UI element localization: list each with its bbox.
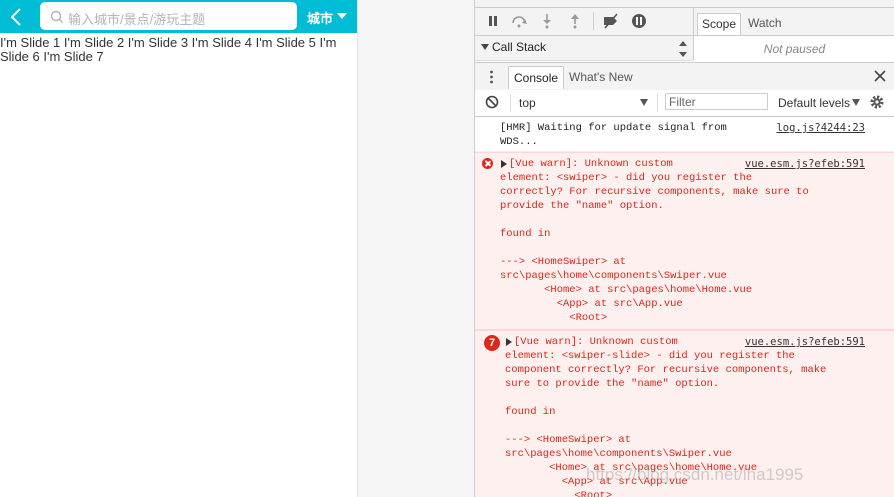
more-options-icon[interactable]: [490, 70, 493, 84]
expand-triangle-icon[interactable]: [506, 338, 512, 346]
toolbar-divider: [510, 94, 511, 112]
not-paused-status: Not paused: [763, 42, 826, 56]
step-out-icon[interactable]: [566, 12, 584, 30]
scope-tab-bar: Scope Watch: [694, 8, 894, 36]
filter-input[interactable]: Filter: [665, 93, 768, 110]
error-icon: [482, 158, 493, 169]
message-text: [Vue warn]: Unknown custom element: <swi…: [500, 158, 809, 324]
log-levels-dropdown[interactable]: Default levels: [778, 96, 850, 110]
drawer-tab-bar: Console What's New: [475, 62, 894, 91]
console-error: [Vue warn]: Unknown custom element: <swi…: [475, 152, 894, 330]
repeat-count-badge: 7: [484, 335, 500, 351]
back-arrow-icon[interactable]: [9, 7, 25, 27]
call-stack-section[interactable]: Call Stack: [475, 36, 693, 61]
source-link[interactable]: vue.esm.js?efeb:591: [745, 157, 865, 171]
deactivate-breakpoints-icon[interactable]: [602, 12, 620, 30]
search-box[interactable]: 输入城市/景点/游玩主题: [40, 2, 297, 30]
tab-watch[interactable]: Watch: [744, 13, 786, 34]
source-link[interactable]: vue.esm.js?efeb:591: [745, 335, 865, 349]
tab-console[interactable]: Console: [508, 66, 565, 89]
gear-icon[interactable]: [869, 94, 885, 110]
debugger-toolbar: [475, 8, 693, 36]
toolbar-divider: [657, 94, 658, 112]
caret-down-icon[interactable]: [640, 99, 648, 106]
step-into-icon[interactable]: [538, 12, 556, 30]
pause-icon[interactable]: [484, 12, 502, 30]
city-selector[interactable]: 城市: [307, 8, 333, 27]
expand-triangle-icon[interactable]: [501, 160, 507, 168]
sources-tab-strip: [475, 0, 894, 8]
clear-console-icon[interactable]: [485, 95, 499, 109]
slides-text: I'm Slide 1 I'm Slide 2 I'm Slide 3 I'm …: [0, 35, 337, 64]
close-icon[interactable]: [873, 69, 887, 83]
tab-whats-new[interactable]: What's New: [567, 66, 635, 88]
console-filter-bar: top Filter Default levels: [475, 90, 894, 117]
app-header: 输入城市/景点/游玩主题 城市: [0, 0, 357, 33]
search-placeholder: 输入城市/景点/游玩主题: [68, 12, 206, 27]
context-selector[interactable]: top: [519, 96, 536, 110]
console-output: [HMR] Waiting for update signal from WDS…: [475, 117, 894, 497]
page-gutter: [358, 0, 474, 497]
watermark: https://blog.csdn.net/lha1995: [586, 465, 804, 484]
console-message: [HMR] Waiting for update signal from WDS…: [475, 117, 894, 152]
step-over-icon[interactable]: [510, 12, 528, 30]
tab-scope[interactable]: Scope: [697, 13, 742, 35]
toolbar-divider: [593, 12, 594, 30]
search-icon: [50, 10, 63, 23]
call-stack-label: Call Stack: [492, 40, 547, 54]
source-link[interactable]: log.js?4244:23: [776, 121, 865, 135]
caret-down-icon[interactable]: [337, 13, 347, 19]
app-viewport: 输入城市/景点/游玩主题 城市 I'm Slide 1 I'm Slide 2 …: [0, 0, 358, 497]
filter-placeholder: Filter: [669, 95, 696, 109]
devtools-panel: Call Stack Scope Watch Not paused Consol…: [474, 0, 894, 497]
collapse-triangle-icon[interactable]: [481, 44, 489, 50]
caret-down-icon[interactable]: [852, 99, 860, 106]
scroll-arrows-icon[interactable]: [679, 40, 687, 58]
pause-on-exceptions-icon[interactable]: [630, 12, 648, 30]
